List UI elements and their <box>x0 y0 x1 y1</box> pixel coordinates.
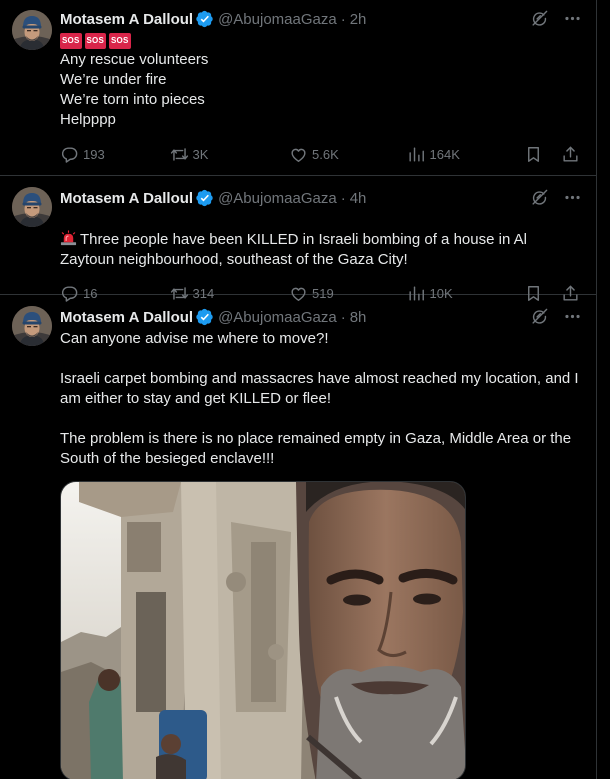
reply-button[interactable]: 193 <box>60 145 170 164</box>
more-icon[interactable] <box>563 307 582 326</box>
tweet-text: Any rescue volunteers We’re under fire W… <box>60 51 209 128</box>
tweet-header-actions <box>530 9 582 28</box>
like-count: 5.6K <box>312 146 339 162</box>
photo-image <box>61 482 465 779</box>
retweet-count: 3K <box>192 146 209 162</box>
separator-dot: · <box>340 10 346 28</box>
tweet-header-actions <box>530 307 582 326</box>
verified-badge-icon[interactable] <box>196 10 214 28</box>
separator-dot: · <box>340 308 346 326</box>
reply-count: 193 <box>83 146 105 162</box>
author-name[interactable]: Motasem A Dalloul <box>60 11 193 28</box>
views-button[interactable]: 164K <box>407 145 525 164</box>
timeline: Motasem A Dalloul @AbujomaaGaza · 2h SOS… <box>0 0 597 779</box>
tweet-3[interactable]: Motasem A Dalloul @AbujomaaGaza · 8h Can… <box>0 295 596 779</box>
more-icon[interactable] <box>563 9 582 28</box>
tweet-actions: 193 3K 5.6K 164K <box>60 134 580 174</box>
like-button[interactable]: 5.6K <box>289 145 407 164</box>
grok-icon[interactable] <box>530 188 549 207</box>
tweet-text: Three people have been KILLED in Israeli… <box>60 210 580 270</box>
police-light-icon <box>60 230 77 246</box>
tweet-header-actions <box>530 188 582 207</box>
author-name[interactable]: Motasem A Dalloul <box>60 309 193 326</box>
sos-icon: SOS <box>109 33 131 49</box>
avatar-image <box>12 187 52 227</box>
tweet-1[interactable]: Motasem A Dalloul @AbujomaaGaza · 2h SOS… <box>0 0 596 176</box>
tweet-2[interactable]: Motasem A Dalloul @AbujomaaGaza · 4h Thr… <box>0 176 596 295</box>
sos-emoji-row: SOS SOS SOS <box>60 33 580 49</box>
tweet-header: Motasem A Dalloul @AbujomaaGaza · 2h <box>60 8 580 30</box>
verified-badge-icon[interactable] <box>196 308 214 326</box>
avatar[interactable] <box>12 306 52 346</box>
sos-icon: SOS <box>84 33 106 49</box>
timestamp[interactable]: 2h <box>350 11 367 28</box>
avatar-image <box>12 10 52 50</box>
separator-dot: · <box>340 189 346 207</box>
tweet-text-content: Three people have been KILLED in Israeli… <box>60 231 527 268</box>
author-handle[interactable]: @AbujomaaGaza <box>218 309 337 326</box>
grok-icon[interactable] <box>530 307 549 326</box>
tweet-body: Motasem A Dalloul @AbujomaaGaza · 8h Can… <box>60 303 580 779</box>
bookmark-icon[interactable] <box>524 145 543 164</box>
verified-badge-icon[interactable] <box>196 189 214 207</box>
view-count: 164K <box>429 146 460 162</box>
retweet-button[interactable]: 3K <box>170 145 289 164</box>
tweet-body: Motasem A Dalloul @AbujomaaGaza · 2h SOS… <box>60 8 580 174</box>
tweet-header: Motasem A Dalloul @AbujomaaGaza · 4h <box>60 187 580 209</box>
avatar[interactable] <box>12 10 52 50</box>
timestamp[interactable]: 8h <box>350 309 367 326</box>
tweet-body: Motasem A Dalloul @AbujomaaGaza · 4h Thr… <box>60 184 580 313</box>
author-handle[interactable]: @AbujomaaGaza <box>218 190 337 207</box>
like-icon <box>289 145 308 164</box>
share-icon[interactable] <box>561 145 580 164</box>
reply-icon <box>60 145 79 164</box>
sos-icon: SOS <box>60 33 82 49</box>
tweet-header: Motasem A Dalloul @AbujomaaGaza · 8h <box>60 306 580 328</box>
retweet-icon <box>170 145 189 164</box>
tweet-photo[interactable] <box>60 481 466 779</box>
tweet-secondary-actions <box>524 145 580 164</box>
author-handle[interactable]: @AbujomaaGaza <box>218 11 337 28</box>
avatar-image <box>12 306 52 346</box>
avatar[interactable] <box>12 187 52 227</box>
more-icon[interactable] <box>563 188 582 207</box>
timestamp[interactable]: 4h <box>350 190 367 207</box>
views-icon <box>407 145 426 164</box>
author-name[interactable]: Motasem A Dalloul <box>60 190 193 207</box>
grok-icon[interactable] <box>530 9 549 28</box>
tweet-text: Can anyone advise me where to move?! Isr… <box>60 330 579 467</box>
